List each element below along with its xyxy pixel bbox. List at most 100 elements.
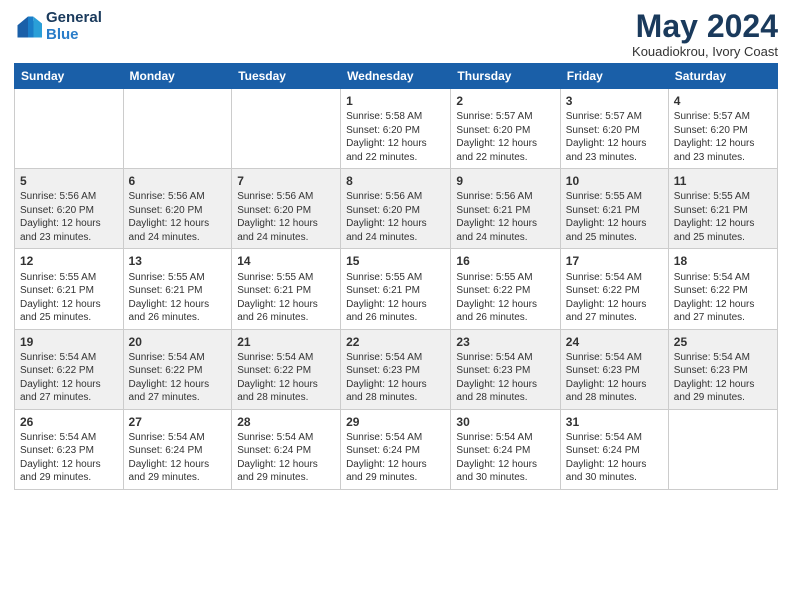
day-info: Sunrise: 5:54 AM Sunset: 6:24 PM Dayligh… <box>129 431 227 485</box>
day-info: Sunrise: 5:54 AM Sunset: 6:23 PM Dayligh… <box>20 431 118 485</box>
day-info: Sunrise: 5:54 AM Sunset: 6:24 PM Dayligh… <box>346 431 445 485</box>
day-info: Sunrise: 5:56 AM Sunset: 6:20 PM Dayligh… <box>346 190 445 244</box>
day-number: 3 <box>566 93 663 109</box>
calendar-cell-w2-d1: 5Sunrise: 5:56 AM Sunset: 6:20 PM Daylig… <box>15 169 124 249</box>
day-number: 21 <box>237 334 335 350</box>
day-number: 16 <box>456 253 554 269</box>
day-number: 2 <box>456 93 554 109</box>
calendar-week-2: 5Sunrise: 5:56 AM Sunset: 6:20 PM Daylig… <box>15 169 778 249</box>
calendar-cell-w4-d1: 19Sunrise: 5:54 AM Sunset: 6:22 PM Dayli… <box>15 329 124 409</box>
calendar-cell-w2-d7: 11Sunrise: 5:55 AM Sunset: 6:21 PM Dayli… <box>668 169 777 249</box>
day-info: Sunrise: 5:55 AM Sunset: 6:22 PM Dayligh… <box>456 271 554 325</box>
calendar-cell-w5-d7 <box>668 409 777 489</box>
header-wednesday: Wednesday <box>341 64 451 89</box>
day-number: 30 <box>456 414 554 430</box>
calendar-cell-w4-d6: 24Sunrise: 5:54 AM Sunset: 6:23 PM Dayli… <box>560 329 668 409</box>
calendar-cell-w4-d5: 23Sunrise: 5:54 AM Sunset: 6:23 PM Dayli… <box>451 329 560 409</box>
title-block: May 2024 Kouadiokrou, Ivory Coast <box>632 10 778 59</box>
calendar-cell-w3-d5: 16 Sunrise: 5:55 AM Sunset: 6:22 PM Dayli… <box>451 249 560 329</box>
day-info: Sunrise: 5:56 AM Sunset: 6:20 PM Dayligh… <box>20 190 118 244</box>
calendar-week-4: 19Sunrise: 5:54 AM Sunset: 6:22 PM Dayli… <box>15 329 778 409</box>
logo-line1: General <box>46 10 102 27</box>
header-thursday: Thursday <box>451 64 560 89</box>
day-info: Sunrise: 5:54 AM Sunset: 6:22 PM Dayligh… <box>20 351 118 405</box>
day-info: Sunrise: 5:56 AM Sunset: 6:20 PM Dayligh… <box>129 190 227 244</box>
calendar-cell-w4-d7: 25Sunrise: 5:54 AM Sunset: 6:23 PM Dayli… <box>668 329 777 409</box>
day-info: Sunrise: 5:57 AM Sunset: 6:20 PM Dayligh… <box>456 110 554 164</box>
day-info: Sunrise: 5:54 AM Sunset: 6:22 PM Dayligh… <box>674 271 772 325</box>
calendar-cell-w2-d6: 10Sunrise: 5:55 AM Sunset: 6:21 PM Dayli… <box>560 169 668 249</box>
day-number: 18 <box>674 253 772 269</box>
day-info: Sunrise: 5:57 AM Sunset: 6:20 PM Dayligh… <box>674 110 772 164</box>
header: General Blue May 2024 Kouadiokrou, Ivory… <box>14 10 778 59</box>
calendar-cell-w1-d3 <box>232 89 341 169</box>
day-number: 5 <box>20 173 118 189</box>
day-number: 8 <box>346 173 445 189</box>
calendar-cell-w1-d7: 4Sunrise: 5:57 AM Sunset: 6:20 PM Daylig… <box>668 89 777 169</box>
day-info: Sunrise: 5:55 AM Sunset: 6:21 PM Dayligh… <box>129 271 227 325</box>
calendar-cell-w1-d6: 3Sunrise: 5:57 AM Sunset: 6:20 PM Daylig… <box>560 89 668 169</box>
calendar-cell-w5-d6: 31Sunrise: 5:54 AM Sunset: 6:24 PM Dayli… <box>560 409 668 489</box>
calendar-cell-w1-d4: 1Sunrise: 5:58 AM Sunset: 6:20 PM Daylig… <box>341 89 451 169</box>
day-number: 13 <box>129 253 227 269</box>
logo: General Blue <box>14 10 102 43</box>
day-number: 15 <box>346 253 445 269</box>
day-info: Sunrise: 5:55 AM Sunset: 6:21 PM Dayligh… <box>20 271 118 325</box>
day-number: 6 <box>129 173 227 189</box>
day-number: 27 <box>129 414 227 430</box>
day-number: 14 <box>237 253 335 269</box>
calendar-cell-w4-d3: 21Sunrise: 5:54 AM Sunset: 6:22 PM Dayli… <box>232 329 341 409</box>
day-info: Sunrise: 5:54 AM Sunset: 6:23 PM Dayligh… <box>456 351 554 405</box>
day-info: Sunrise: 5:54 AM Sunset: 6:22 PM Dayligh… <box>237 351 335 405</box>
calendar-cell-w5-d1: 26Sunrise: 5:54 AM Sunset: 6:23 PM Dayli… <box>15 409 124 489</box>
calendar-cell-w1-d1 <box>15 89 124 169</box>
calendar-cell-w3-d7: 18 Sunrise: 5:54 AM Sunset: 6:22 PM Dayli… <box>668 249 777 329</box>
calendar-cell-w5-d3: 28Sunrise: 5:54 AM Sunset: 6:24 PM Dayli… <box>232 409 341 489</box>
logo-text: General Blue <box>46 10 102 43</box>
day-info: Sunrise: 5:58 AM Sunset: 6:20 PM Dayligh… <box>346 110 445 164</box>
calendar-cell-w2-d3: 7Sunrise: 5:56 AM Sunset: 6:20 PM Daylig… <box>232 169 341 249</box>
day-number: 22 <box>346 334 445 350</box>
day-info: Sunrise: 5:57 AM Sunset: 6:20 PM Dayligh… <box>566 110 663 164</box>
day-info: Sunrise: 5:54 AM Sunset: 6:24 PM Dayligh… <box>566 431 663 485</box>
location: Kouadiokrou, Ivory Coast <box>632 44 778 59</box>
day-number: 31 <box>566 414 663 430</box>
day-info: Sunrise: 5:54 AM Sunset: 6:23 PM Dayligh… <box>674 351 772 405</box>
day-number: 1 <box>346 93 445 109</box>
day-info: Sunrise: 5:54 AM Sunset: 6:24 PM Dayligh… <box>456 431 554 485</box>
day-number: 12 <box>20 253 118 269</box>
calendar-cell-w1-d2 <box>123 89 232 169</box>
header-friday: Friday <box>560 64 668 89</box>
calendar-week-3: 12 Sunrise: 5:55 AM Sunset: 6:21 PM Dayli… <box>15 249 778 329</box>
day-number: 11 <box>674 173 772 189</box>
calendar-week-1: 1Sunrise: 5:58 AM Sunset: 6:20 PM Daylig… <box>15 89 778 169</box>
day-number: 17 <box>566 253 663 269</box>
day-number: 7 <box>237 173 335 189</box>
day-info: Sunrise: 5:54 AM Sunset: 6:22 PM Dayligh… <box>129 351 227 405</box>
day-number: 4 <box>674 93 772 109</box>
day-info: Sunrise: 5:56 AM Sunset: 6:20 PM Dayligh… <box>237 190 335 244</box>
day-number: 10 <box>566 173 663 189</box>
logo-icon <box>14 13 42 41</box>
calendar-cell-w2-d5: 9Sunrise: 5:56 AM Sunset: 6:21 PM Daylig… <box>451 169 560 249</box>
day-number: 20 <box>129 334 227 350</box>
calendar-week-5: 26Sunrise: 5:54 AM Sunset: 6:23 PM Dayli… <box>15 409 778 489</box>
calendar-cell-w3-d3: 14Sunrise: 5:55 AM Sunset: 6:21 PM Dayli… <box>232 249 341 329</box>
day-number: 28 <box>237 414 335 430</box>
day-number: 9 <box>456 173 554 189</box>
calendar-cell-w1-d5: 2Sunrise: 5:57 AM Sunset: 6:20 PM Daylig… <box>451 89 560 169</box>
calendar-table: Sunday Monday Tuesday Wednesday Thursday… <box>14 63 778 490</box>
day-number: 19 <box>20 334 118 350</box>
calendar-cell-w3-d6: 17Sunrise: 5:54 AM Sunset: 6:22 PM Dayli… <box>560 249 668 329</box>
day-info: Sunrise: 5:56 AM Sunset: 6:21 PM Dayligh… <box>456 190 554 244</box>
day-number: 25 <box>674 334 772 350</box>
calendar-cell-w3-d1: 12 Sunrise: 5:55 AM Sunset: 6:21 PM Dayli… <box>15 249 124 329</box>
calendar-cell-w2-d2: 6Sunrise: 5:56 AM Sunset: 6:20 PM Daylig… <box>123 169 232 249</box>
day-number: 26 <box>20 414 118 430</box>
day-info: Sunrise: 5:54 AM Sunset: 6:23 PM Dayligh… <box>566 351 663 405</box>
day-number: 29 <box>346 414 445 430</box>
day-info: Sunrise: 5:54 AM Sunset: 6:23 PM Dayligh… <box>346 351 445 405</box>
day-info: Sunrise: 5:55 AM Sunset: 6:21 PM Dayligh… <box>346 271 445 325</box>
header-saturday: Saturday <box>668 64 777 89</box>
header-sunday: Sunday <box>15 64 124 89</box>
